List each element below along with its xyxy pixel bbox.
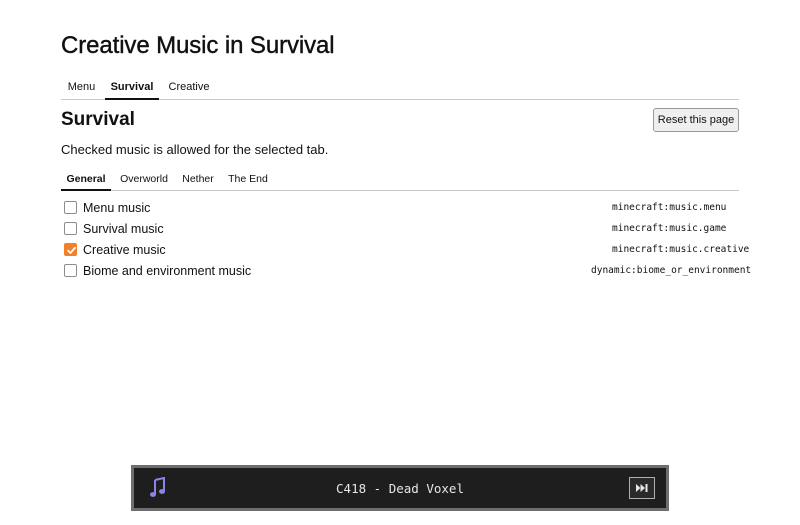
- music-label[interactable]: Survival music: [83, 221, 164, 237]
- tab-the-end[interactable]: The End: [224, 168, 272, 190]
- list-item-menu-music: Menu music minecraft:music.menu: [61, 198, 739, 219]
- page-title: Creative Music in Survival: [61, 32, 335, 59]
- biome-music-checkbox[interactable]: [64, 264, 77, 277]
- tab-overworld[interactable]: Overworld: [116, 168, 172, 190]
- tab-creative[interactable]: Creative: [167, 75, 211, 99]
- music-label[interactable]: Menu music: [83, 200, 150, 216]
- section-title: Survival: [61, 109, 135, 130]
- tab-nether[interactable]: Nether: [178, 168, 218, 190]
- survival-music-checkbox[interactable]: [64, 222, 77, 235]
- mode-tabs: Menu Survival Creative: [61, 75, 739, 100]
- creative-music-checkbox[interactable]: [64, 243, 77, 256]
- category-tabs: General Overworld Nether The End: [61, 168, 739, 191]
- music-label[interactable]: Creative music: [83, 242, 166, 258]
- music-id: dynamic:biome_or_environment: [591, 265, 752, 276]
- music-id: minecraft:music.creative: [612, 244, 750, 255]
- music-player: C418 - Dead Voxel: [131, 465, 669, 511]
- music-list: Menu music minecraft:music.menu Survival…: [61, 198, 751, 282]
- music-id: minecraft:music.menu: [612, 202, 727, 213]
- menu-music-checkbox[interactable]: [64, 201, 77, 214]
- section-description: Checked music is allowed for the selecte…: [61, 142, 329, 157]
- list-item-survival-music: Survival music minecraft:music.game: [61, 219, 739, 240]
- now-playing-title: C418 - Dead Voxel: [336, 481, 464, 496]
- tab-survival[interactable]: Survival: [105, 75, 159, 100]
- skip-forward-icon: [636, 484, 648, 492]
- skip-track-button[interactable]: [629, 477, 655, 499]
- music-label[interactable]: Biome and environment music: [83, 263, 251, 279]
- reset-page-button[interactable]: Reset this page: [653, 108, 739, 132]
- list-item-creative-music: Creative music minecraft:music.creative: [61, 240, 749, 261]
- tab-menu[interactable]: Menu: [61, 75, 102, 99]
- music-id: minecraft:music.game: [612, 223, 727, 234]
- list-item-biome-music: Biome and environment music dynamic:biom…: [61, 261, 751, 282]
- tab-general[interactable]: General: [61, 168, 111, 191]
- checkmark-icon: [67, 246, 76, 254]
